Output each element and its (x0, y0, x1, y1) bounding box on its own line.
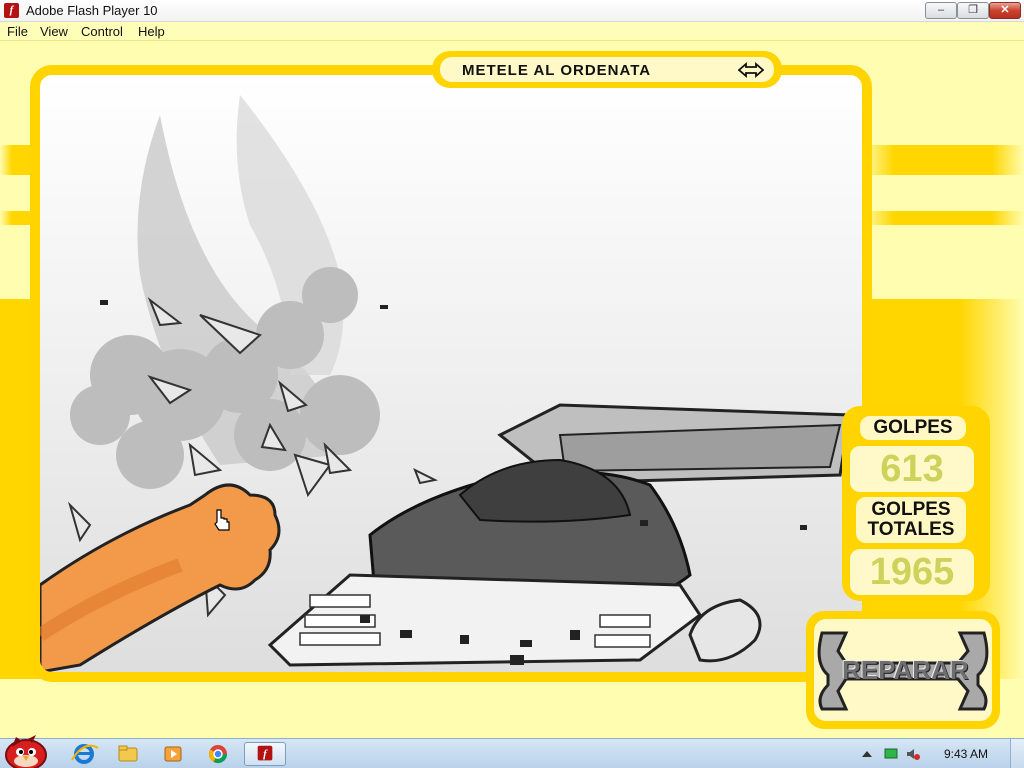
menu-bar: File View Control Help (0, 22, 1024, 41)
total-hits-label: GOLPES TOTALES (852, 493, 970, 547)
show-desktop-button[interactable] (1010, 739, 1024, 768)
hits-label: GOLPES (856, 412, 970, 444)
flash-stage: METELE AL ORDENATA GOLPES 613 GOLPES TOT… (0, 41, 1024, 738)
volume-muted-icon[interactable] (906, 748, 920, 760)
right-stripe (862, 145, 1024, 175)
maximize-button[interactable]: ❐ (957, 2, 989, 19)
total-hits-value: 1965 (850, 549, 974, 595)
repair-button-label: REPARAR (842, 655, 969, 685)
total-hits-label-line2: TOTALES (867, 519, 955, 540)
swap-arrows-icon[interactable] (738, 62, 764, 78)
internet-explorer-icon[interactable] (66, 742, 102, 766)
flash-player-task-button[interactable]: f (244, 742, 286, 766)
network-icon[interactable] (884, 748, 898, 760)
window-title: Adobe Flash Player 10 (26, 3, 158, 18)
media-player-icon[interactable] (155, 742, 191, 766)
chrome-icon[interactable] (200, 742, 236, 766)
menu-help[interactable]: Help (138, 24, 165, 39)
taskbar: f 9:43 AM (0, 735, 1024, 768)
smashed-computer-scene[interactable] (40, 75, 862, 672)
total-hits-label-line1: GOLPES (871, 499, 951, 520)
broken-mouse (688, 598, 762, 663)
windows-explorer-icon[interactable] (110, 742, 146, 766)
menu-file[interactable]: File (7, 24, 28, 39)
game-viewport[interactable] (30, 65, 872, 682)
flash-player-icon: f (4, 3, 19, 18)
game-title: METELE AL ORDENATA (462, 62, 652, 79)
start-orb-icon[interactable] (2, 733, 50, 768)
title-bar: f Adobe Flash Player 10 ‒ ❐ ✕ (0, 0, 1024, 22)
game-title-banner: METELE AL ORDENATA (432, 51, 782, 88)
menu-control[interactable]: Control (81, 24, 123, 39)
taskbar-clock[interactable]: 9:43 AM (944, 747, 988, 761)
show-hidden-icons[interactable] (860, 748, 874, 760)
right-stripe-thin (862, 211, 1024, 225)
repair-button[interactable]: REPARAR (806, 611, 1000, 729)
menu-view[interactable]: View (40, 24, 68, 39)
minimize-button[interactable]: ‒ (925, 2, 957, 19)
close-button[interactable]: ✕ (989, 2, 1021, 19)
hits-value: 613 (850, 446, 974, 492)
